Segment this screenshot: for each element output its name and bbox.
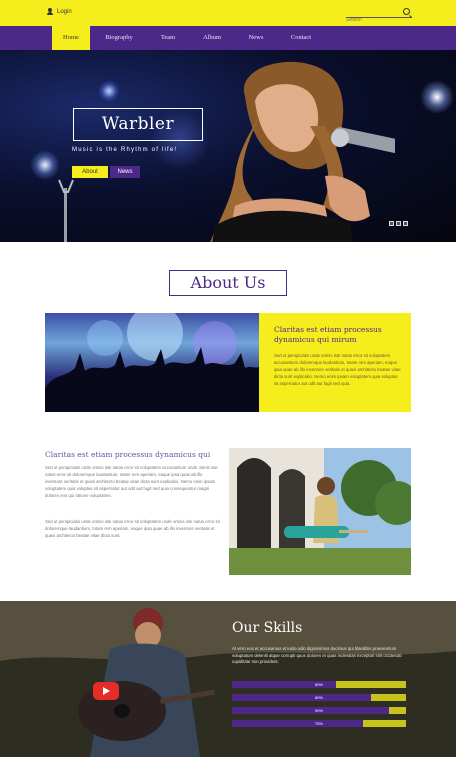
top-bar: Login [0,0,456,26]
skills-section [0,601,456,757]
skills-text: At vero eos et accusamus et iusto odio d… [232,646,402,664]
skill-bar: 60% [232,681,406,688]
section-heading: Claritas est etiam processus dynamicus q… [45,450,211,459]
nav-item-album[interactable]: Album [194,26,230,50]
slider-dot[interactable] [389,221,394,226]
nav-item-contact[interactable]: Contact [282,26,320,50]
skill-bar-label: 90% [314,708,323,713]
hero-banner [0,50,456,242]
slider-dots [389,221,408,226]
guitarist-photo [229,448,411,575]
skill-bar-label: 60% [314,682,323,687]
panel-heading: Claritas est etiam processus dynamicus q… [274,325,382,344]
skill-bar-label: 80% [314,695,323,700]
news-button[interactable]: News [110,166,140,178]
nav-item-biography[interactable]: Biography [96,26,142,50]
slider-dot[interactable] [396,221,401,226]
stage-light [420,80,454,114]
nav-item-home[interactable]: Home [52,26,90,50]
skill-bar: 90% [232,707,406,714]
main-nav: Home Biography Team Album News Contact [0,26,456,50]
mic-stand [58,179,74,242]
stage-light [98,80,120,102]
hero-subtitle: Music is the Rhythm of life! [72,147,178,153]
about-button[interactable]: About [72,166,108,178]
nav-item-team[interactable]: Team [150,26,186,50]
slider-dot[interactable] [403,221,408,226]
concert-photo [45,313,259,412]
play-icon[interactable] [93,682,119,700]
search-input[interactable] [346,15,398,25]
about-paragraph: Sed ut perspiciatis unde omnis iste natu… [45,519,220,538]
skill-bar-label: 75% [314,721,323,726]
hero-title: Warbler [101,114,175,134]
search-icon[interactable] [403,8,410,15]
search-box [346,8,412,25]
skill-bar: 75% [232,720,406,727]
skill-bar: 80% [232,694,406,701]
about-paragraph: Sed ut perspiciatis unde omnis iste natu… [45,465,218,498]
login-link[interactable]: Login [47,8,72,15]
about-title: About Us [190,273,266,292]
login-label: Login [57,8,72,15]
skills-title: Our Skills [232,620,303,636]
user-icon [47,8,53,15]
nav-item-news[interactable]: News [238,26,274,50]
stage-light [30,150,60,180]
panel-text: Sed ut perspiciatis unde omnis iste natu… [274,353,401,386]
